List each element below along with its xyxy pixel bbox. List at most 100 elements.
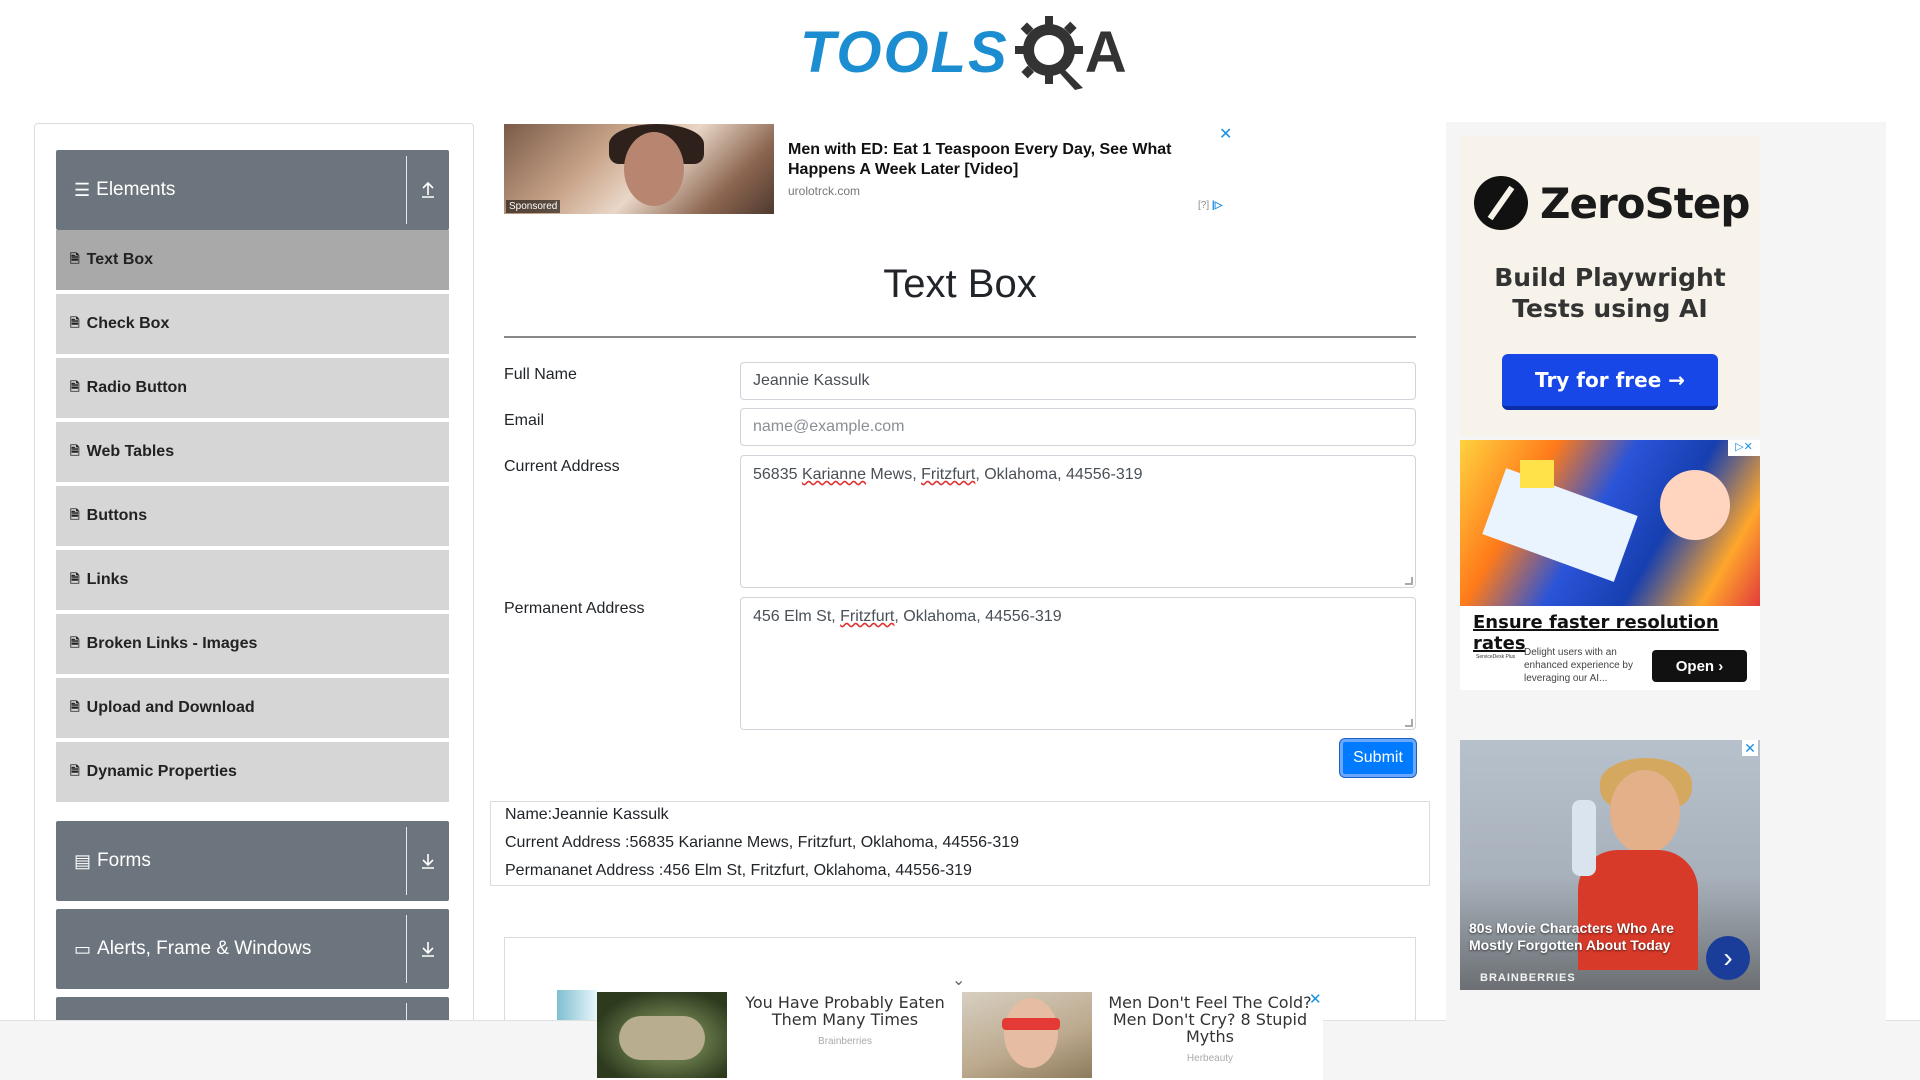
sidebar-item-links[interactable]: 🗎 Links (56, 550, 449, 612)
tardigrade-shape (619, 1016, 705, 1060)
ad-title[interactable]: Men Don't Feel The Cold? Men Don't Cry? … (1100, 994, 1320, 1045)
bottom-sticky-ad[interactable]: You Have Probably Eaten Them Many Times … (597, 990, 1323, 1080)
list-icon: 🗎 (70, 315, 80, 330)
misspelled-word: Karianne (801, 466, 866, 483)
ad-source[interactable]: urolotrck.com (788, 184, 860, 198)
open-button[interactable]: Open › (1652, 650, 1747, 682)
current-address-textarea[interactable]: 56835 Karianne Mews, Fritzfurt, Oklahoma… (740, 455, 1416, 588)
close-icon[interactable]: ✕ (1309, 990, 1322, 1008)
text-segment: 56835 (753, 466, 802, 483)
output-box: Name:Jeannie Kassulk Current Address :56… (490, 801, 1430, 886)
sidebar-item-buttons[interactable]: 🗎 Buttons (56, 486, 449, 548)
ad-info-text: [?] (1198, 200, 1210, 211)
ad-info[interactable]: [?] |▷ (1198, 200, 1222, 211)
sidebar-item-label: Broken Links - Images (86, 635, 258, 652)
servicedesk-logo: ServiceDesk Plus (1476, 654, 1516, 660)
sidebar-item-label: Check Box (86, 315, 170, 332)
full-name-label: Full Name (504, 366, 577, 383)
list-icon: 🗎 (70, 763, 80, 778)
illustration-shape (1482, 468, 1638, 582)
ad-image[interactable] (962, 992, 1092, 1078)
ad-title[interactable]: You Have Probably Eaten Them Many Times (735, 994, 955, 1028)
ad-brand: BRAINBERRIES (1480, 972, 1576, 984)
text-segment: 456 Elm St, (753, 608, 841, 625)
ad-title[interactable]: Men with ED: Eat 1 Teaspoon Every Day, S… (788, 140, 1208, 180)
permanent-address-textarea[interactable]: 456 Elm St, Fritzfurt, Oklahoma, 44556-3… (740, 597, 1416, 730)
sidebar-item-radio-button[interactable]: 🗎 Radio Button (56, 358, 449, 420)
group-header-alerts-label-wrap: ▭ Alerts, Frame & Windows (74, 909, 311, 989)
sidebar-item-broken-links[interactable]: 🗎 Broken Links - Images (56, 614, 449, 676)
sidebar-item-label: Text Box (86, 251, 154, 268)
chevron-down-icon[interactable]: ⌄ (952, 970, 965, 990)
list-icon: 🗎 (70, 571, 80, 586)
current-address-label: Current Address (504, 458, 620, 475)
output-current-address: Current Address :56835 Karianne Mews, Fr… (505, 834, 1020, 851)
page-title: Text Box (883, 262, 1037, 306)
list-icon: 🗎 (70, 507, 80, 522)
output-name: Name:Jeannie Kassulk (505, 806, 669, 823)
resize-handle[interactable] (1405, 577, 1413, 585)
group-header-elements[interactable]: ☰ Elements (56, 150, 449, 230)
list-icon: 🗎 (70, 635, 80, 650)
ad-image[interactable] (597, 992, 727, 1078)
zerostep-logo-icon (1474, 176, 1528, 230)
ad-source: Brainberries (818, 1036, 872, 1047)
warning-icon (1520, 460, 1554, 488)
divider (504, 336, 1416, 338)
adchoices-icon: |▷ (1211, 200, 1223, 211)
group-label: Forms (97, 850, 151, 871)
group-header-forms[interactable]: ▤ Forms (56, 821, 449, 901)
ad-image[interactable]: Sponsored (504, 124, 774, 214)
sidebar-item-dynamic-properties[interactable]: 🗎 Dynamic Properties (56, 742, 449, 804)
resize-handle[interactable] (1405, 719, 1413, 727)
output-permanent-address: Permananet Address :456 Elm St, Fritzfur… (505, 862, 972, 879)
submit-button[interactable]: Submit (1340, 739, 1416, 777)
ad-source: Herbeauty (1186, 1053, 1234, 1064)
sponsored-label: Sponsored (506, 200, 561, 213)
download-arrow-icon[interactable] (406, 821, 449, 901)
brainberries-ad[interactable]: 80s Movie Characters Who Are Mostly Forg… (1460, 740, 1760, 990)
ad-thumbnail (557, 990, 597, 1020)
hamburger-icon: ☰ (74, 179, 91, 200)
sidebar-item-check-box[interactable]: 🗎 Check Box (56, 294, 449, 356)
sidebar-item-text-box[interactable]: 🗎 Text Box (56, 230, 449, 292)
chevron-right-icon[interactable]: › (1706, 936, 1750, 980)
sidebar-item-label: Upload and Download (86, 699, 255, 716)
text-segment: , Oklahoma, 44556-319 (975, 466, 1143, 483)
try-for-free-button[interactable]: Try for free → (1502, 354, 1718, 410)
email-input[interactable]: name@example.com (740, 408, 1416, 446)
sidebar-item-label: Web Tables (86, 443, 175, 460)
sidebar-item-web-tables[interactable]: 🗎 Web Tables (56, 422, 449, 484)
window-icon: ▭ (74, 938, 92, 959)
sidebar-item-upload-download[interactable]: 🗎 Upload and Download (56, 678, 449, 740)
top-sponsored-ad[interactable]: Sponsored Men with ED: Eat 1 Teaspoon Ev… (504, 124, 1234, 216)
face-shape (1610, 770, 1680, 854)
group-header-alerts[interactable]: ▭ Alerts, Frame & Windows (56, 909, 449, 989)
text-segment: Mews, (865, 466, 922, 483)
toolsqa-logo[interactable]: TOOLS A (800, 14, 1127, 90)
gear-q-icon (1014, 16, 1083, 90)
upload-arrow-icon[interactable] (406, 150, 449, 230)
ad-image[interactable]: ▷✕ (1460, 440, 1760, 606)
list-icon: 🗎 (70, 443, 80, 458)
servicedesk-ad[interactable]: ▷✕ Ensure faster resolution rates Servic… (1460, 440, 1760, 690)
close-icon[interactable]: ✕ (1219, 124, 1232, 144)
glasses-shape (1002, 1018, 1060, 1030)
text-segment: , Oklahoma, 44556-319 (894, 608, 1062, 625)
misspelled-word: Fritzfurt (921, 466, 976, 483)
misspelled-word: Fritzfurt (840, 608, 895, 625)
close-icon[interactable]: ✕ (1742, 740, 1758, 756)
illustration-shape (1660, 470, 1730, 540)
zerostep-ad[interactable]: ZeroStep Build Playwright Tests using AI… (1460, 136, 1760, 436)
left-sidebar: ☰ Elements 🗎 Text Box 🗎 Check Box 🗎 Radi… (34, 123, 474, 1080)
header: TOOLS A (0, 0, 1920, 110)
ad-title[interactable]: 80s Movie Characters Who Are Mostly Forg… (1469, 920, 1689, 954)
download-arrow-icon[interactable] (406, 909, 449, 989)
list-icon: 🗎 (70, 379, 80, 394)
bottle-shape (1572, 800, 1596, 876)
group-label: Alerts, Frame & Windows (97, 938, 312, 959)
document-icon: ▤ (74, 850, 92, 871)
adchoices-icon[interactable]: ▷✕ (1728, 440, 1760, 456)
sidebar-item-label: Radio Button (86, 379, 188, 396)
full-name-input[interactable]: Jeannie Kassulk (740, 362, 1416, 400)
